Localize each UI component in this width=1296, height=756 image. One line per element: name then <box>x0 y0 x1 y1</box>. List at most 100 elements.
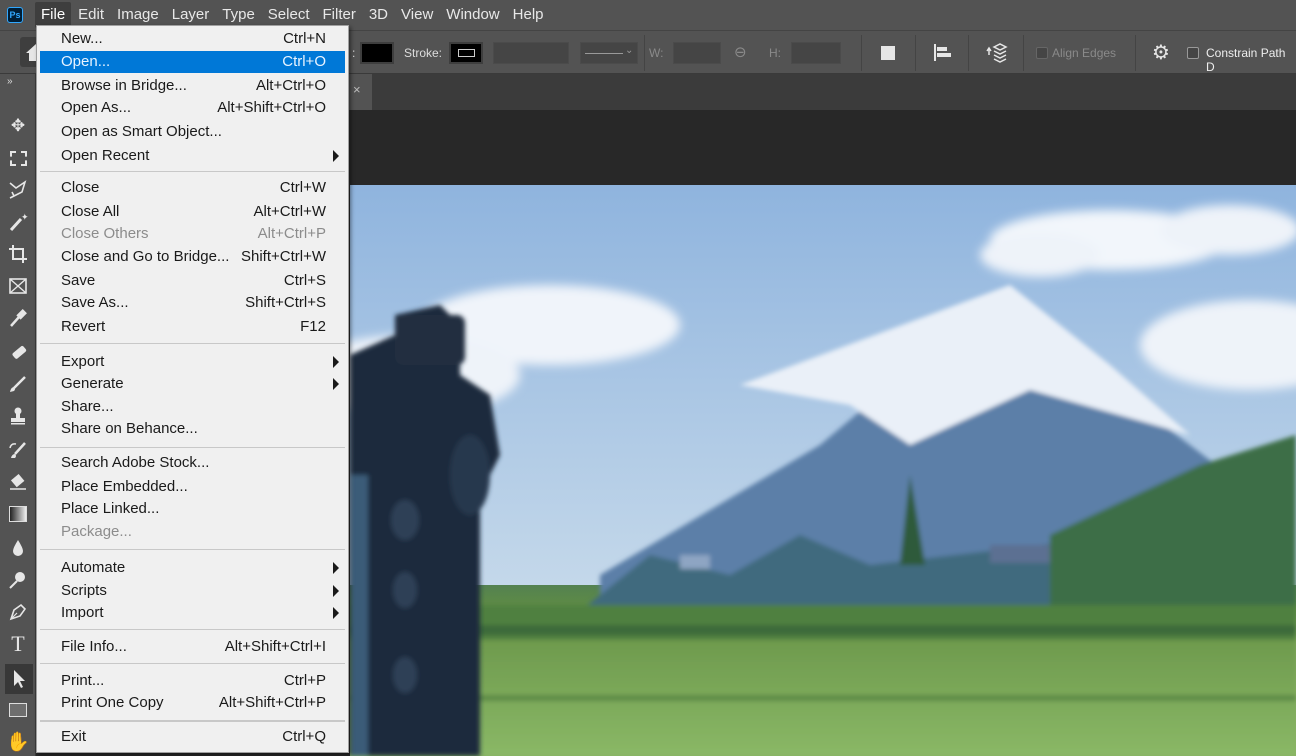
divider <box>1135 35 1136 71</box>
menu-item-open-recent[interactable]: Open Recent <box>40 145 345 167</box>
menu-item-shortcut: Ctrl+N <box>283 30 326 47</box>
menu-item-save[interactable]: Save Ctrl+S <box>40 270 345 292</box>
menu-item-search-adobe-stock[interactable]: Search Adobe Stock... <box>40 452 345 474</box>
menu-item-label: Save <box>61 272 96 289</box>
constrain-path-checkbox[interactable] <box>1187 47 1199 59</box>
menu-view[interactable]: View <box>395 2 439 28</box>
move-tool-icon[interactable]: ✥ <box>6 114 30 138</box>
menu-item-scripts[interactable]: Scripts <box>40 580 345 602</box>
width-field[interactable] <box>673 42 721 64</box>
height-field[interactable] <box>791 42 841 64</box>
menu-item-revert[interactable]: Revert F12 <box>40 316 345 338</box>
menu-separator <box>40 343 345 344</box>
menu-item-new[interactable]: New... Ctrl+N <box>40 28 345 50</box>
healing-brush-tool-icon[interactable] <box>6 340 30 364</box>
menu-item-save-as[interactable]: Save As... Shift+Ctrl+S <box>40 292 345 314</box>
menu-item-print[interactable]: Print... Ctrl+P <box>40 670 345 692</box>
menu-window[interactable]: Window <box>440 2 505 28</box>
menu-item-file-info[interactable]: File Info... Alt+Shift+Ctrl+I <box>40 636 345 658</box>
submenu-arrow-icon <box>333 356 339 368</box>
clone-stamp-tool-icon[interactable] <box>6 404 30 428</box>
submenu-arrow-icon <box>333 607 339 619</box>
magic-wand-tool-icon[interactable]: ✦ <box>6 210 30 234</box>
collapse-panel-icon[interactable]: » <box>7 76 12 87</box>
menu-item-browse-in-bridge[interactable]: Browse in Bridge... Alt+Ctrl+O <box>40 75 345 97</box>
menu-item-label: Close <box>61 179 100 196</box>
menu-item-label: Save As... <box>61 294 129 311</box>
eraser-tool-icon[interactable] <box>6 470 30 494</box>
rectangle-tool-icon[interactable] <box>6 698 30 722</box>
frame-tool-icon[interactable] <box>6 274 30 298</box>
menu-3d[interactable]: 3D <box>363 2 394 28</box>
photoshop-logo-icon: Ps <box>7 7 23 23</box>
align-edges-checkbox[interactable] <box>1036 47 1048 59</box>
menu-item-shortcut: Ctrl+S <box>283 272 326 289</box>
chevron-down-icon: ⌄ <box>625 45 634 56</box>
submenu-arrow-icon <box>333 562 339 574</box>
blur-tool-icon[interactable] <box>6 536 30 560</box>
submenu-arrow-icon <box>333 150 339 162</box>
menu-item-print-one-copy[interactable]: Print One Copy Alt+Shift+Ctrl+P <box>40 692 345 714</box>
menu-item-open-as-smart-object[interactable]: Open as Smart Object... <box>40 121 345 143</box>
brush-tool-icon[interactable] <box>6 372 30 396</box>
menu-item-shortcut: Alt+Ctrl+O <box>255 77 326 94</box>
close-tab-icon[interactable]: × <box>353 82 361 97</box>
menu-item-label: Export <box>61 353 105 370</box>
stroke-swatch[interactable] <box>449 42 483 64</box>
menu-item-place-linked[interactable]: Place Linked... <box>40 498 345 520</box>
gear-icon[interactable]: ⚙ <box>1152 40 1170 65</box>
menu-item-share-on-behance[interactable]: Share on Behance... <box>40 418 345 440</box>
hand-tool-icon[interactable]: ✋ <box>6 730 30 754</box>
menu-item-label: New... <box>61 30 103 47</box>
stroke-width-field[interactable] <box>493 42 569 64</box>
menu-help[interactable]: Help <box>507 2 550 28</box>
submenu-arrow-icon <box>333 585 339 597</box>
dodge-tool-icon[interactable] <box>6 568 30 592</box>
menu-item-shortcut: Ctrl+W <box>279 179 326 196</box>
tools-panel: » ✥ ✦ T ✋ <box>0 74 36 756</box>
menu-item-shortcut: Alt+Ctrl+P <box>257 225 326 242</box>
menu-item-open-as[interactable]: Open As... Alt+Shift+Ctrl+O <box>40 97 345 119</box>
path-operations-icon[interactable] <box>881 46 895 60</box>
menu-item-package: Package... <box>40 521 345 543</box>
menu-item-label: Close Others <box>61 225 149 242</box>
pen-tool-icon[interactable] <box>6 600 30 624</box>
menu-item-close[interactable]: Close Ctrl+W <box>40 177 345 199</box>
path-alignment-icon[interactable] <box>933 43 953 68</box>
stroke-label: Stroke: <box>404 46 443 60</box>
landscape-photo <box>350 185 1296 756</box>
menu-item-close-all[interactable]: Close All Alt+Ctrl+W <box>40 201 345 223</box>
path-selection-tool-icon[interactable] <box>5 664 33 694</box>
menu-item-shortcut: Ctrl+O <box>282 53 326 70</box>
history-brush-tool-icon[interactable] <box>6 438 30 462</box>
menu-item-import[interactable]: Import <box>40 602 345 624</box>
menu-item-generate[interactable]: Generate <box>40 373 345 395</box>
type-tool-icon[interactable]: T <box>6 631 30 656</box>
fill-swatch[interactable] <box>360 42 394 64</box>
menu-item-export[interactable]: Export <box>40 351 345 373</box>
menu-item-exit[interactable]: Exit Ctrl+Q <box>40 726 345 748</box>
divider <box>915 35 916 71</box>
link-icon[interactable]: ⊖ <box>734 43 747 61</box>
menu-item-place-embedded[interactable]: Place Embedded... <box>40 476 345 498</box>
menu-item-share[interactable]: Share... <box>40 396 345 418</box>
file-menu-dropdown: New... Ctrl+N Open... Ctrl+O Browse in Bri… <box>36 25 349 753</box>
eyedropper-tool-icon[interactable] <box>6 306 30 330</box>
gradient-tool-icon[interactable] <box>6 502 30 526</box>
rectangular-marquee-tool-icon[interactable] <box>6 146 30 170</box>
menu-item-shortcut: Shift+Ctrl+S <box>245 294 326 311</box>
menu-item-label: Open... <box>61 53 111 70</box>
fill-label: : <box>352 46 356 60</box>
menu-item-close-and-go-to-bridge[interactable]: Close and Go to Bridge... Shift+Ctrl+W <box>40 246 345 268</box>
menu-item-shortcut: F12 <box>300 318 326 335</box>
lasso-tool-icon[interactable] <box>6 178 30 202</box>
menu-item-automate[interactable]: Automate <box>40 557 345 579</box>
menu-item-label: Place Linked... <box>61 500 160 517</box>
stroke-type-dropdown[interactable]: ⌄ <box>580 42 638 64</box>
crop-tool-icon[interactable] <box>6 242 30 266</box>
divider <box>644 35 645 71</box>
document-canvas-image[interactable] <box>350 185 1296 756</box>
menu-item-open[interactable]: Open... Ctrl+O <box>40 51 345 73</box>
path-arrangement-icon[interactable] <box>984 41 1008 70</box>
menu-item-label: Search Adobe Stock... <box>61 454 210 471</box>
